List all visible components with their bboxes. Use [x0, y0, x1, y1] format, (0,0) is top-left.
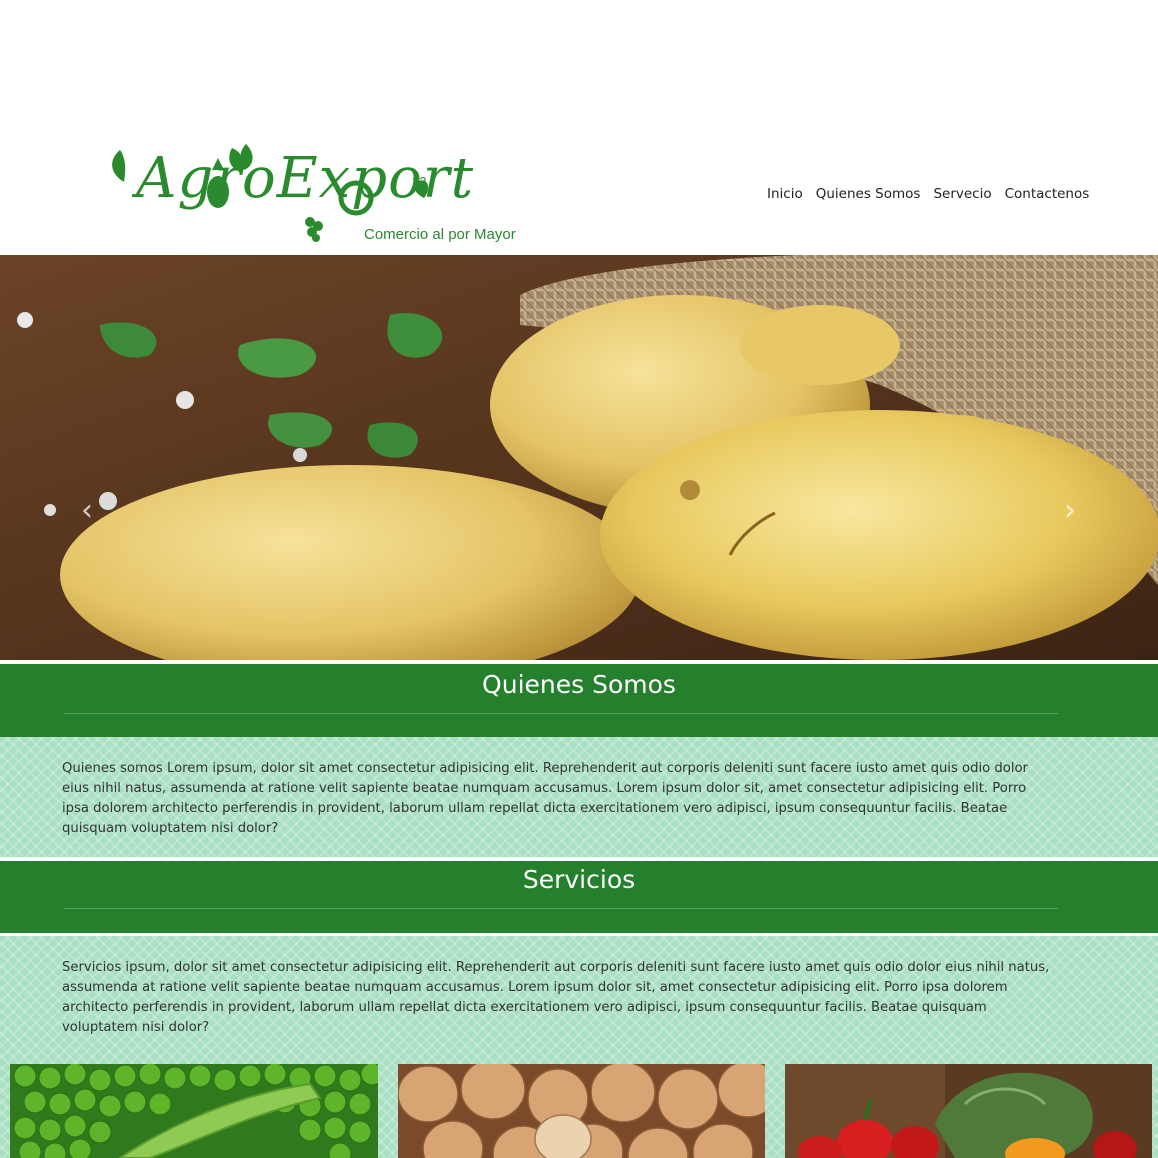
about-header: Quienes Somos: [0, 664, 1158, 737]
chevron-left-icon: ‹: [81, 493, 93, 528]
potatoes-hero-image: [0, 255, 1158, 660]
brand-tagline: Comercio al por Mayor: [364, 226, 516, 243]
chevron-right-icon: ›: [1064, 493, 1076, 528]
brand-logo[interactable]: AgroExport 22 Comercio al por Mayor: [106, 140, 526, 248]
onions-image: [398, 1064, 765, 1158]
site-header: AgroExport 22 Comercio al por Mayor Inic…: [0, 0, 1158, 255]
vegetables-image: [785, 1064, 1152, 1158]
nav-item-contactenos[interactable]: Contactenos: [1005, 186, 1090, 202]
services-divider: [64, 908, 1058, 909]
services-text: Servicios ipsum, dolor sit amet consecte…: [62, 960, 1050, 1035]
product-gallery: [0, 1064, 1158, 1158]
nav-item-inicio[interactable]: Inicio: [767, 186, 803, 202]
gallery-card-peas[interactable]: [10, 1064, 378, 1158]
brand-superscript: 22: [412, 174, 427, 189]
about-content: Quienes somos Lorem ipsum, dolor sit ame…: [0, 737, 1158, 857]
carousel-next-button[interactable]: ›: [1058, 493, 1082, 529]
about-title: Quienes Somos: [482, 670, 676, 699]
nav-item-quienes-somos[interactable]: Quienes Somos: [816, 186, 921, 202]
services-title: Servicios: [522, 865, 636, 894]
gallery-card-onions[interactable]: [398, 1064, 765, 1158]
gallery-card-vegetables[interactable]: [785, 1064, 1152, 1158]
carousel-prev-button[interactable]: ‹: [75, 493, 99, 529]
hero-carousel: ‹ ›: [0, 255, 1158, 660]
peas-image: [10, 1064, 378, 1158]
services-header: Servicios: [0, 861, 1158, 933]
main-nav: Inicio Quienes Somos Servecio Contacteno…: [767, 186, 1089, 202]
nav-item-servicio[interactable]: Servecio: [933, 186, 991, 202]
about-divider: [64, 713, 1058, 714]
about-text: Quienes somos Lorem ipsum, dolor sit ame…: [62, 761, 1028, 836]
